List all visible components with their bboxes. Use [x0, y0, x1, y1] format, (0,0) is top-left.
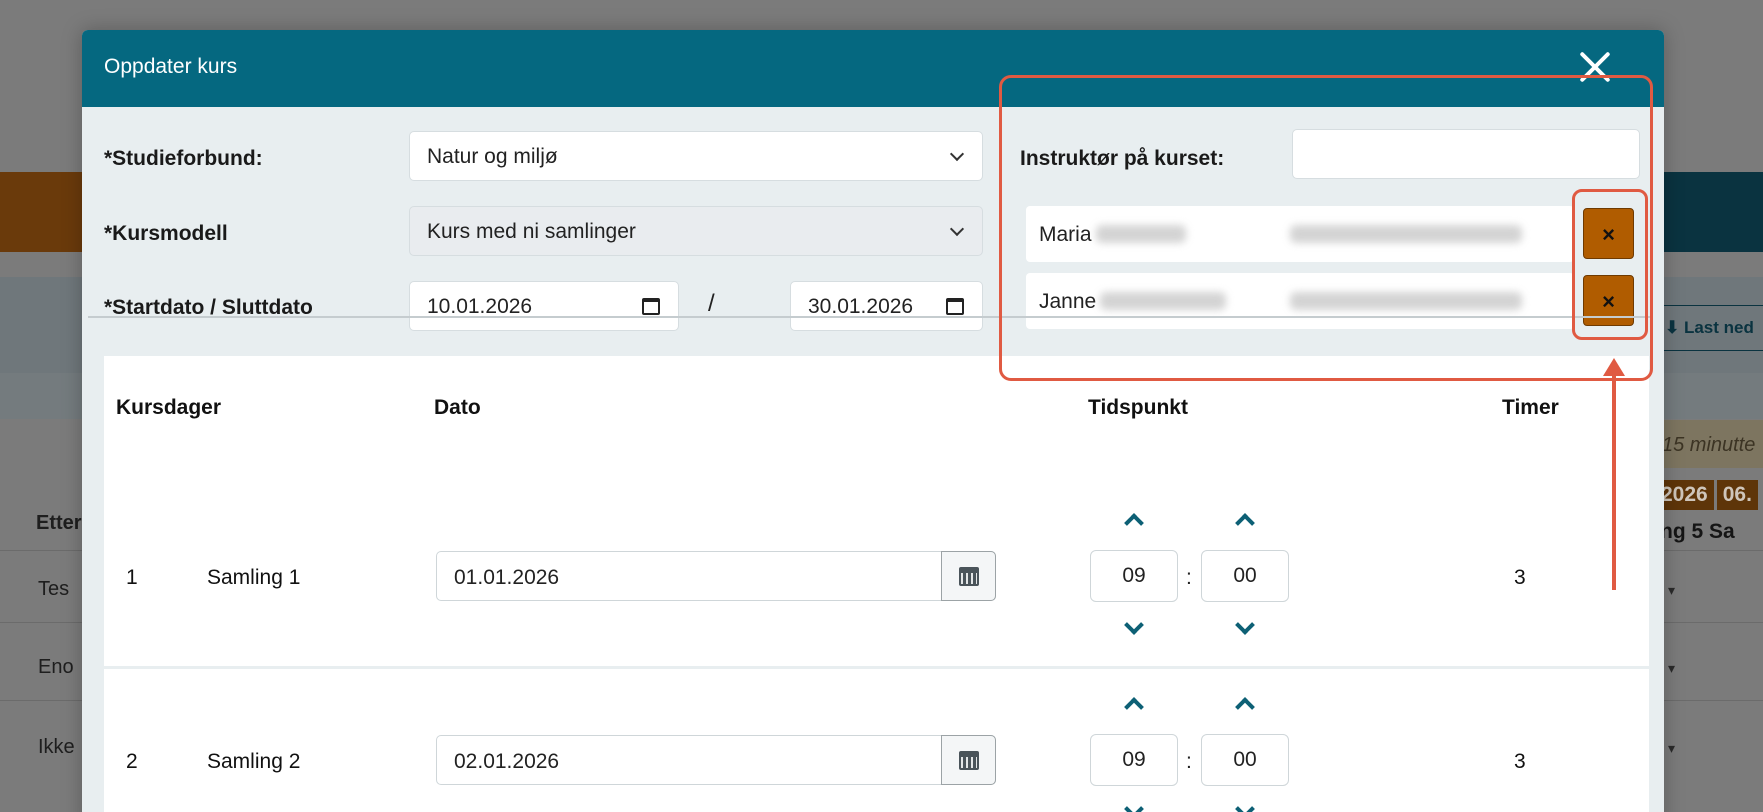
download-icon: ⬇ — [1665, 318, 1684, 337]
session-date-value: 02.01.2026 — [454, 750, 560, 773]
row-number: 1 — [126, 566, 138, 589]
annotation-arrow-head-icon — [1603, 358, 1625, 376]
background-row-text: Eno — [38, 656, 74, 678]
session-date-input[interactable]: 01.01.2026 — [436, 551, 996, 601]
kursmodell-value: Kurs med ni samlinger — [427, 220, 636, 243]
instruktor-search-input[interactable] — [1292, 129, 1640, 179]
section-divider — [88, 316, 1652, 318]
remove-instructor-button[interactable]: × — [1583, 275, 1634, 326]
time-separator: : — [1186, 750, 1192, 773]
background-caret-icon: ▾ — [1668, 740, 1676, 756]
column-header-tidspunkt: Tidspunkt — [1088, 396, 1188, 419]
redacted-email — [1290, 225, 1522, 243]
modal-title: Oppdater kurs — [104, 55, 238, 78]
background-row-text: Tes — [38, 578, 70, 600]
redacted-email — [1290, 292, 1522, 310]
course-days-table: Kursdager Dato Tidspunkt Timer 1 Samling… — [104, 356, 1649, 812]
startdato-value: 10.01.2026 — [427, 295, 533, 318]
hour-down-icon[interactable] — [1119, 802, 1147, 812]
sluttdato-value: 30.01.2026 — [808, 295, 914, 318]
session-date-input[interactable]: 02.01.2026 — [436, 735, 996, 785]
minute-down-icon[interactable] — [1230, 802, 1258, 812]
background-date: 06. — [1716, 480, 1758, 510]
row-divider — [104, 666, 1649, 669]
hour-up-icon[interactable] — [1119, 508, 1147, 528]
background-notice: 15 minutte — [1650, 420, 1763, 468]
time-separator: : — [1186, 566, 1192, 589]
sluttdato-input[interactable]: 30.01.2026 — [790, 281, 983, 331]
minute-down-icon[interactable] — [1230, 618, 1258, 638]
hour-input[interactable]: 09 — [1090, 734, 1178, 786]
calendar-icon[interactable] — [642, 298, 660, 315]
kursmodell-select[interactable]: Kurs med ni samlinger — [409, 206, 983, 256]
calendar-icon — [959, 567, 979, 586]
chevron-down-icon — [949, 146, 965, 162]
background-banner-right — [1650, 172, 1763, 252]
column-header-dato: Dato — [434, 396, 481, 419]
minute-input[interactable]: 00 — [1201, 734, 1289, 786]
timer-value: 3 — [1514, 566, 1526, 589]
row-name: Samling 1 — [207, 566, 301, 589]
redacted-last-name — [1096, 225, 1186, 243]
instructor-first-name: Janne — [1039, 290, 1097, 313]
background-date-headers: 2026 06. — [1655, 480, 1761, 510]
background-download-button: ⬇ Last ned — [1650, 305, 1763, 351]
remove-instructor-button[interactable]: × — [1583, 208, 1634, 259]
column-header-kursdager: Kursdager — [116, 396, 222, 419]
background-caret-icon: ▾ — [1668, 660, 1676, 676]
calendar-button[interactable] — [941, 551, 996, 601]
chevron-down-icon — [949, 221, 965, 237]
instructor-row: Janne — [1026, 273, 1574, 329]
update-course-modal: Oppdater kurs *Studieforbund: Natur og m… — [82, 30, 1664, 812]
background-row-text: Ikke — [38, 736, 75, 758]
instructor-row: Maria — [1026, 206, 1574, 262]
background-divider — [0, 700, 82, 701]
calendar-button[interactable] — [941, 735, 996, 785]
row-number: 2 — [126, 750, 138, 773]
startdato-input[interactable]: 10.01.2026 — [409, 281, 679, 331]
hour-input[interactable]: 09 — [1090, 550, 1178, 602]
studieforbund-value: Natur og miljø — [427, 145, 558, 168]
instruktor-label: Instruktør på kurset: — [1020, 147, 1225, 170]
hour-up-icon[interactable] — [1119, 692, 1147, 712]
modal-header: Oppdater kurs — [82, 30, 1664, 107]
background-caret-icon: ▾ — [1668, 582, 1676, 598]
calendar-icon[interactable] — [946, 298, 964, 315]
minute-input[interactable]: 00 — [1201, 550, 1289, 602]
hour-down-icon[interactable] — [1119, 618, 1147, 638]
studieforbund-label: *Studieforbund: — [104, 147, 263, 170]
background-divider — [0, 622, 82, 623]
date-separator: / — [708, 290, 715, 317]
calendar-icon — [959, 751, 979, 770]
studieforbund-select[interactable]: Natur og miljø — [409, 131, 983, 181]
minute-up-icon[interactable] — [1230, 692, 1258, 712]
kursmodell-label: *Kursmodell — [104, 222, 228, 245]
redacted-last-name — [1100, 292, 1226, 310]
timer-value: 3 — [1514, 750, 1526, 773]
background-samling-header: ng 5 Sa — [1660, 520, 1735, 543]
annotation-arrow-line — [1612, 372, 1616, 590]
background-column-header: Etter — [36, 512, 82, 534]
row-name: Samling 2 — [207, 750, 301, 773]
close-icon[interactable] — [1576, 48, 1614, 86]
instructor-first-name: Maria — [1039, 223, 1092, 246]
minute-up-icon[interactable] — [1230, 508, 1258, 528]
background-divider — [0, 550, 82, 551]
session-date-value: 01.01.2026 — [454, 566, 560, 589]
column-header-timer: Timer — [1502, 396, 1559, 419]
